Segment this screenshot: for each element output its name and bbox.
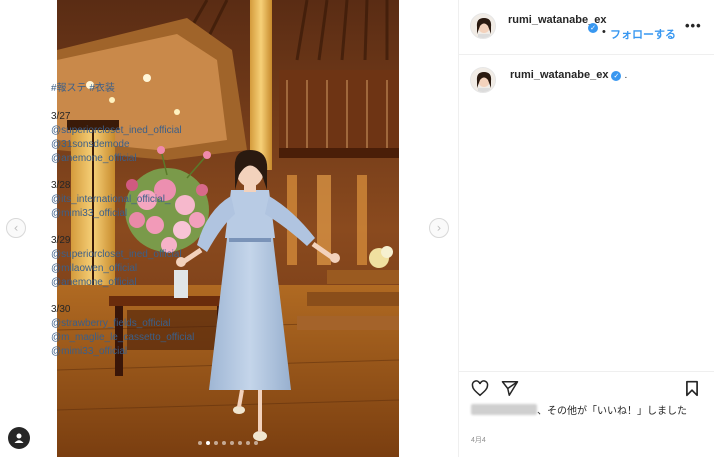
likes-summary[interactable]: 、その他が「いいね！」しました — [471, 404, 703, 419]
caption-username-link[interactable]: rumi_watanabe_ex — [510, 69, 608, 81]
post-date[interactable]: 4月4 — [471, 435, 486, 445]
carousel-dot — [198, 441, 202, 445]
separator-dot: • — [602, 26, 606, 38]
media-area: ‹ › — [0, 0, 458, 457]
mention-link[interactable]: @superiorcloset_ined_official — [51, 125, 182, 137]
mention-link[interactable]: @anemone_official — [51, 277, 137, 289]
mention-link[interactable]: @superiorcloset_ined_official — [51, 249, 182, 261]
post-actions: 、その他が「いいね！」しました 4月4 — [459, 371, 714, 457]
mention-link[interactable]: @mimi33_official — [51, 208, 127, 220]
carousel-dot-active — [206, 441, 210, 445]
username-link[interactable]: rumi_watanabe_ex — [508, 13, 606, 27]
post-header: rumi_watanabe_ex ✓ • フォローする ••• — [459, 0, 714, 55]
mention-link[interactable]: @milaowen_official — [51, 263, 137, 275]
mention-link[interactable]: @anemone_official — [51, 153, 137, 165]
chevron-left-icon: ‹ — [13, 221, 19, 235]
next-post-button[interactable]: › — [429, 218, 449, 238]
verified-badge-icon: ✓ — [588, 23, 598, 33]
caption-hashtags[interactable]: #報ステ #衣装 — [51, 83, 115, 95]
like-heart-icon[interactable] — [471, 380, 489, 397]
person-icon — [14, 433, 24, 443]
avatar[interactable] — [470, 67, 496, 93]
mention-link[interactable]: @31sonsdemode — [51, 139, 130, 151]
caption-date-line: 3/29 — [51, 235, 71, 246]
save-bookmark-icon[interactable] — [685, 380, 699, 397]
likes-text: 、その他が「いいね！」しました — [537, 406, 687, 417]
carousel-dot — [222, 441, 226, 445]
photo-image — [57, 0, 399, 457]
mention-link[interactable]: @mimi33_official — [51, 346, 127, 358]
caption-author: rumi_watanabe_ex ✓. — [510, 69, 627, 82]
share-send-icon[interactable] — [501, 380, 519, 397]
follow-button[interactable]: フォローする — [610, 26, 676, 42]
carousel-dot — [254, 441, 258, 445]
carousel-indicator — [57, 441, 399, 445]
chevron-right-icon: › — [436, 221, 442, 235]
caption-dot: . — [624, 70, 628, 81]
carousel-dot — [238, 441, 242, 445]
mention-link[interactable]: @m_maglie_le_cassetto_official — [51, 332, 194, 344]
previous-post-button[interactable]: ‹ — [6, 218, 26, 238]
post-sidebar: rumi_watanabe_ex ✓ • フォローする ••• rumi_wat… — [458, 0, 714, 457]
profile-photo — [471, 14, 495, 38]
carousel-dot — [214, 441, 218, 445]
caption-date-line: 3/28 — [51, 180, 71, 191]
mention-link[interactable]: @strawberry_fields_official — [51, 318, 170, 330]
caption-date-line: 3/30 — [51, 304, 71, 315]
tagged-users-button[interactable] — [8, 427, 30, 449]
post-photo[interactable] — [57, 0, 399, 457]
verified-badge-icon: ✓ — [611, 71, 622, 81]
carousel-dot — [230, 441, 234, 445]
avatar[interactable] — [470, 13, 496, 39]
mention-link[interactable]: @its_international_official_ — [51, 194, 170, 206]
blurred-username — [471, 404, 537, 415]
post-caption — [459, 55, 714, 371]
profile-photo — [471, 68, 495, 92]
caption-date-line: 3/27 — [51, 111, 71, 122]
carousel-dot — [246, 441, 250, 445]
more-options-icon[interactable]: ••• — [685, 18, 702, 33]
